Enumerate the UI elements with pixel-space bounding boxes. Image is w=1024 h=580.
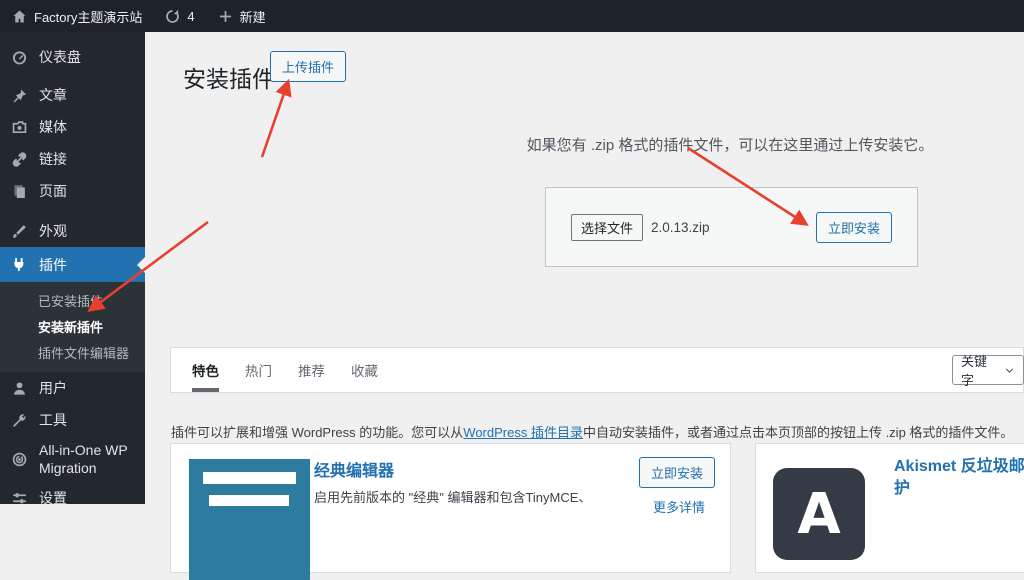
plugin-description: 启用先前版本的 "经典" 编辑器和包含TinyMCE、	[314, 488, 619, 508]
site-menu[interactable]: Factory主题演示站	[0, 0, 153, 32]
dashboard-icon	[11, 49, 28, 66]
home-icon	[11, 8, 28, 25]
plugin-filter-bar: 特色 热门 推荐 收藏	[170, 347, 1024, 393]
pages-icon	[11, 183, 28, 200]
wrench-icon	[11, 412, 28, 429]
sidebar-item-users[interactable]: 用户	[0, 372, 145, 404]
site-name: Factory主题演示站	[34, 7, 142, 26]
sidebar-item-links[interactable]: 链接	[0, 143, 145, 175]
page-title: 安装插件	[183, 60, 275, 94]
plugin-card-classic-editor: 经典编辑器 启用先前版本的 "经典" 编辑器和包含TinyMCE、 立即安装 更…	[170, 443, 731, 573]
choose-file-button[interactable]: 选择文件	[571, 214, 643, 241]
sidebar-item-tools[interactable]: 工具	[0, 404, 145, 436]
chevron-down-icon	[1004, 365, 1015, 376]
pin-icon	[11, 87, 28, 104]
plugins-intro-text: 插件可以扩展和增强 WordPress 的功能。您可以从WordPress 插件…	[171, 422, 1013, 441]
tab-popular[interactable]: 热门	[245, 348, 272, 392]
update-count: 4	[187, 9, 194, 24]
submenu-add-new-plugin[interactable]: 安装新插件	[0, 315, 145, 341]
selected-file-name: 2.0.13.zip	[651, 220, 710, 235]
admin-sidebar: 仪表盘 文章 媒体 链接 页面 外观	[0, 32, 145, 504]
sidebar-item-appearance[interactable]: 外观	[0, 215, 145, 247]
update-icon	[164, 8, 181, 25]
plugin-card-akismet: A Akismet 反垃圾邮件防护	[755, 443, 1024, 573]
tab-recommended[interactable]: 推荐	[298, 348, 325, 392]
brush-icon	[11, 223, 28, 240]
plugin-title[interactable]: Akismet 反垃圾邮件防护	[894, 456, 1024, 499]
sidebar-item-plugins[interactable]: 插件	[0, 247, 145, 282]
sidebar-item-media[interactable]: 媒体	[0, 111, 145, 143]
more-details-link[interactable]: 更多详情	[653, 497, 705, 516]
sidebar-item-dashboard[interactable]: 仪表盘	[0, 41, 145, 73]
akismet-logo: A	[773, 468, 865, 560]
new-content-menu[interactable]: 新建	[206, 0, 277, 32]
plugins-submenu: 已安装插件 安装新插件 插件文件编辑器	[0, 282, 145, 372]
plugin-title[interactable]: 经典编辑器	[314, 457, 394, 481]
sidebar-item-all-in-one-wp-migration[interactable]: All-in-One WP Migration	[0, 436, 145, 482]
plus-icon	[217, 8, 234, 25]
chain-link-icon	[11, 151, 28, 168]
upload-form: 选择文件 2.0.13.zip 立即安装	[545, 187, 918, 267]
migration-icon	[11, 451, 28, 468]
upload-plugin-button[interactable]: 上传插件	[270, 51, 346, 82]
tab-favorites[interactable]: 收藏	[351, 348, 378, 392]
plug-icon	[11, 256, 28, 273]
upload-description: 如果您有 .zip 格式的插件文件，可以在这里通过上传安装它。	[450, 134, 1010, 155]
sidebar-item-pages[interactable]: 页面	[0, 175, 145, 207]
submenu-plugin-file-editor[interactable]: 插件文件编辑器	[0, 341, 145, 367]
classic-editor-icon	[189, 459, 310, 580]
new-label: 新建	[240, 7, 266, 26]
tab-featured[interactable]: 特色	[192, 348, 219, 392]
install-now-button[interactable]: 立即安装	[816, 212, 892, 243]
user-icon	[11, 380, 28, 397]
install-now-button[interactable]: 立即安装	[639, 457, 715, 488]
admin-bar: Factory主题演示站 4 新建	[0, 0, 1024, 32]
sidebar-item-settings[interactable]: 设置	[0, 482, 145, 514]
submenu-installed-plugins[interactable]: 已安装插件	[0, 289, 145, 315]
search-type-select[interactable]: 关键字	[952, 355, 1024, 385]
sidebar-item-posts[interactable]: 文章	[0, 79, 145, 111]
plugin-directory-link[interactable]: WordPress 插件目录	[463, 425, 583, 440]
updates-menu[interactable]: 4	[153, 0, 205, 32]
media-icon	[11, 119, 28, 136]
